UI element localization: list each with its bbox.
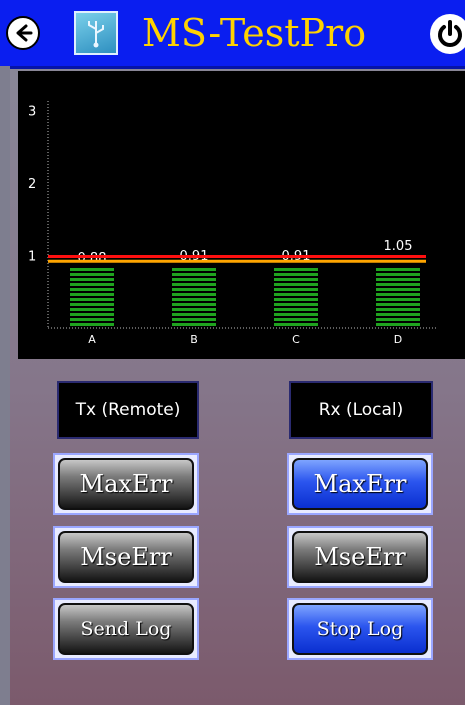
bar-segment [172, 283, 216, 286]
bar-segment [274, 278, 318, 281]
bar-segment [376, 278, 420, 281]
send-log-button[interactable]: Send Log [58, 603, 194, 655]
bar-segment [70, 283, 114, 286]
bar-segment [172, 298, 216, 301]
category-label: C [292, 333, 300, 346]
bar-c [274, 268, 318, 326]
bar-segment [172, 308, 216, 311]
value-label: 0.88 [78, 251, 107, 266]
bar-segment [70, 313, 114, 316]
bar-segment [172, 313, 216, 316]
bar-segment [70, 293, 114, 296]
bar-segment [376, 293, 420, 296]
error-chart: 1 2 3 0.88 A 0.91 B 0.91 C 1.05 D [18, 71, 465, 359]
bar-segment [376, 303, 420, 306]
bar-segment [274, 293, 318, 296]
bar-segment [274, 308, 318, 311]
rx-local-label: Rx (Local) [289, 381, 433, 439]
bar-segment [376, 273, 420, 276]
bar-segment [274, 298, 318, 301]
bar-segment [70, 318, 114, 321]
bar-a [70, 268, 114, 326]
title-bar: MS-TestPro [0, 0, 465, 69]
category-label: B [190, 333, 198, 346]
tx-maxerr-button[interactable]: MaxErr [58, 458, 194, 510]
y-tick-label: 1 [28, 250, 36, 265]
bar-segment [376, 288, 420, 291]
bar-segment [172, 318, 216, 321]
bar-segment [70, 308, 114, 311]
bar-segment [274, 268, 318, 271]
tx-maxerr-frame: MaxErr [53, 453, 199, 515]
bar-segment [70, 288, 114, 291]
stop-log-frame: Stop Log [287, 598, 433, 660]
bar-segment [274, 323, 318, 326]
bar-segment [70, 298, 114, 301]
bar-segment [274, 273, 318, 276]
rx-maxerr-button[interactable]: MaxErr [292, 458, 428, 510]
tx-mseerr-frame: MseErr [53, 526, 199, 588]
stop-log-button[interactable]: Stop Log [292, 603, 428, 655]
category-label: D [394, 333, 402, 346]
tx-mseerr-button[interactable]: MseErr [58, 531, 194, 583]
left-edge-strip [0, 66, 10, 705]
bar-b [172, 268, 216, 326]
tx-remote-text: Tx (Remote) [75, 400, 181, 420]
rx-maxerr-frame: MaxErr [287, 453, 433, 515]
bar-segment [376, 283, 420, 286]
bar-segment [70, 268, 114, 271]
bar-segment [274, 288, 318, 291]
rx-mseerr-frame: MseErr [287, 526, 433, 588]
bar-segment [376, 268, 420, 271]
bar-segment [376, 298, 420, 301]
bar-segment [172, 278, 216, 281]
bar-segment [172, 303, 216, 306]
bar-segment [172, 288, 216, 291]
bar-segment [172, 268, 216, 271]
rx-local-text: Rx (Local) [318, 400, 404, 420]
bar-segment [274, 283, 318, 286]
bar-segment [172, 323, 216, 326]
bar-segment [376, 323, 420, 326]
value-label: 1.05 [384, 239, 413, 254]
power-icon[interactable] [430, 14, 465, 54]
bar-segment [376, 318, 420, 321]
bar-segment [376, 308, 420, 311]
bar-segment [70, 273, 114, 276]
bar-segment [70, 303, 114, 306]
bar-segment [172, 293, 216, 296]
send-log-frame: Send Log [53, 598, 199, 660]
bar-segment [172, 273, 216, 276]
app-title: MS-TestPro [142, 11, 367, 55]
bar-segment [70, 323, 114, 326]
category-label: A [88, 333, 96, 346]
y-tick-label: 3 [28, 105, 36, 120]
bar-segment [376, 313, 420, 316]
bar-segment [274, 313, 318, 316]
usb-icon [74, 11, 118, 55]
bar-segment [274, 318, 318, 321]
bar-d [376, 268, 420, 326]
rx-mseerr-button[interactable]: MseErr [292, 531, 428, 583]
back-arrow-icon[interactable] [6, 16, 40, 50]
tx-remote-label: Tx (Remote) [57, 381, 199, 439]
bar-segment [274, 303, 318, 306]
bar-segment [70, 278, 114, 281]
y-tick-label: 2 [28, 177, 36, 192]
